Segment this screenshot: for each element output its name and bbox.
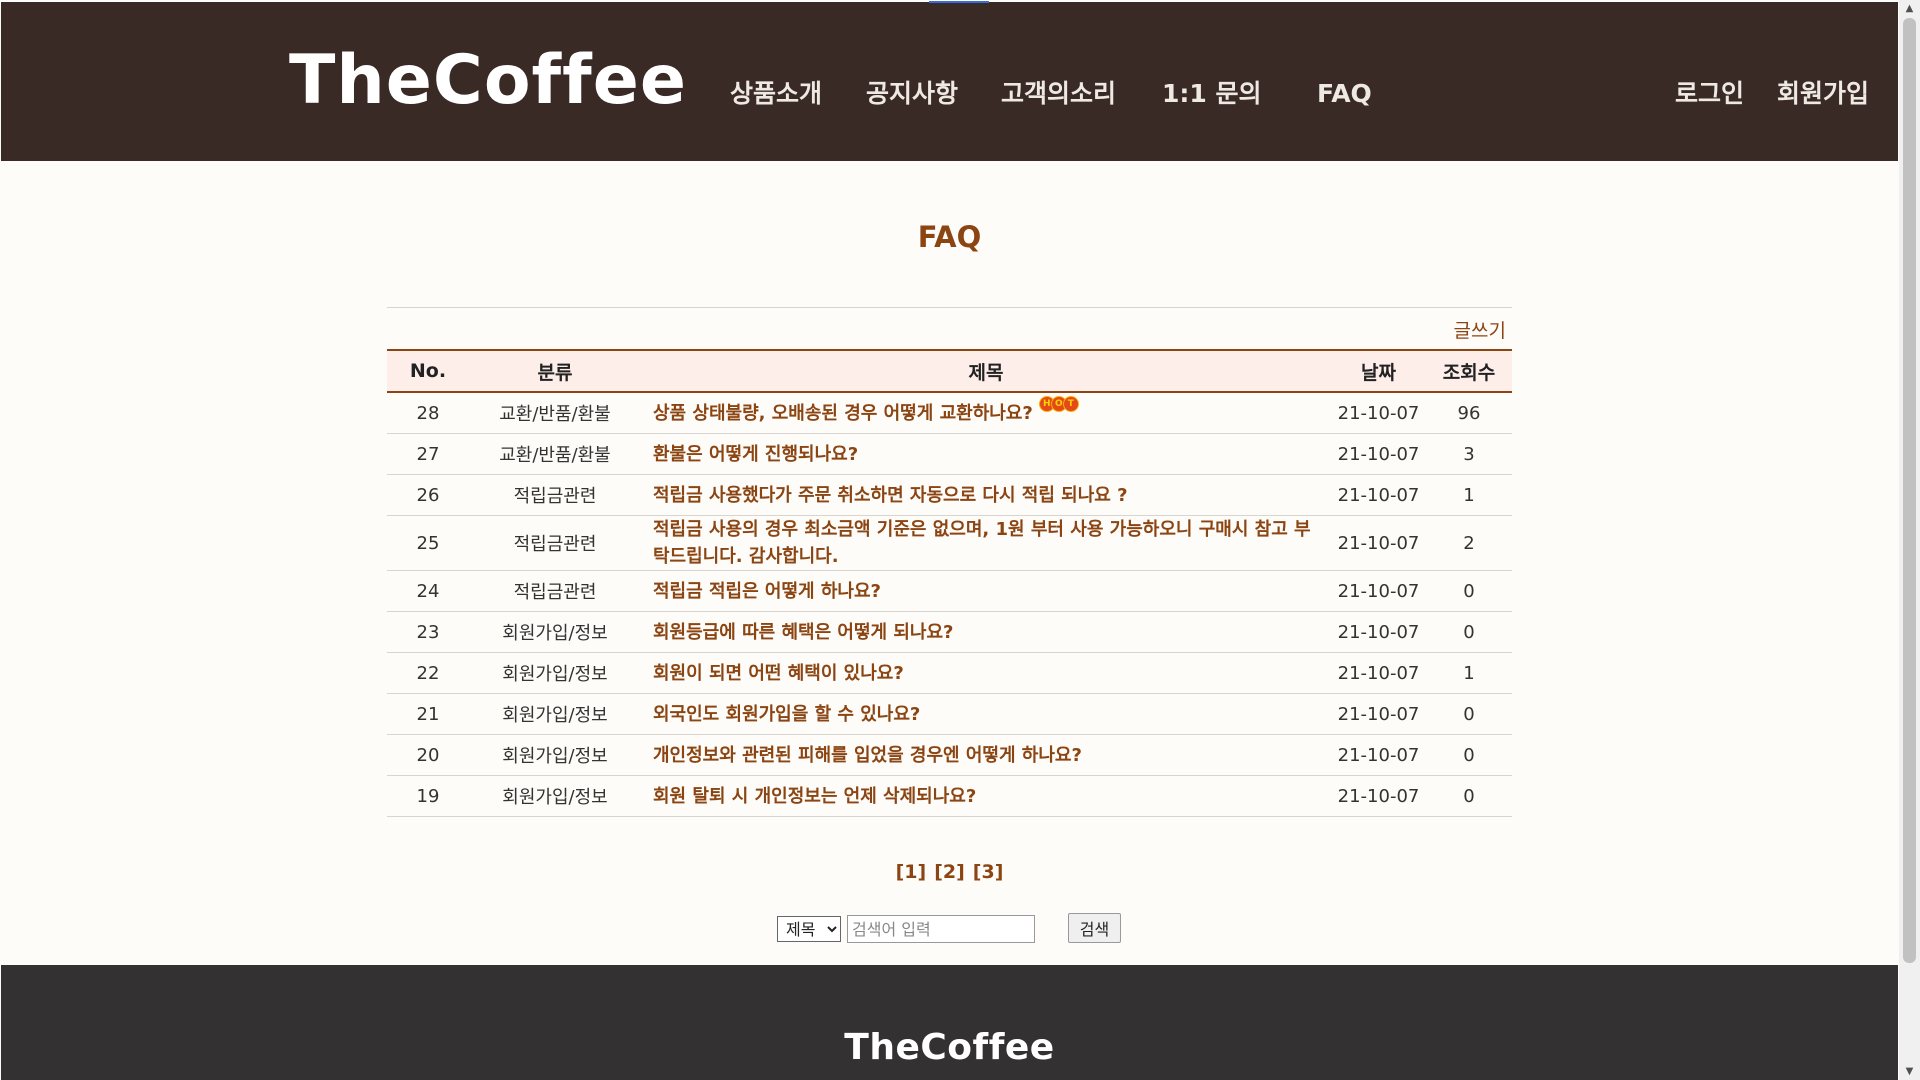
row-category: 적립금관련: [469, 570, 641, 612]
table-row[interactable]: 19 회원가입/정보 회원 탈퇴 시 개인정보는 언제 삭제되나요? 21-10…: [387, 775, 1512, 817]
row-views: 2: [1426, 515, 1512, 571]
nav-item-products[interactable]: 상품소개: [730, 78, 822, 110]
search-input[interactable]: [847, 915, 1035, 943]
row-category: 교환/반품/환불: [469, 433, 641, 475]
row-no: 24: [387, 570, 469, 612]
row-date: 21-10-07: [1331, 652, 1426, 694]
row-views: 1: [1426, 652, 1512, 694]
row-subject-link[interactable]: 회원등급에 따른 혜택은 어떻게 되나요?: [641, 611, 1331, 653]
row-category: 회원가입/정보: [469, 693, 641, 735]
hot-icon: HOT: [1038, 395, 1079, 414]
row-date: 21-10-07: [1331, 734, 1426, 776]
login-link[interactable]: 로그인: [1675, 78, 1744, 110]
nav-item-customer-voice[interactable]: 고객의소리: [1001, 78, 1116, 110]
row-category: 회원가입/정보: [469, 611, 641, 653]
column-header-date: 날짜: [1361, 361, 1396, 384]
table-row[interactable]: 28 교환/반품/환불 상품 상태불량, 오배송된 경우 어떻게 교환하나요? H…: [387, 392, 1512, 434]
row-no: 19: [387, 775, 469, 817]
column-header-subject: 제목: [968, 361, 1004, 384]
search-button[interactable]: 검색: [1068, 913, 1121, 943]
table-row[interactable]: 23 회원가입/정보 회원등급에 따른 혜택은 어떻게 되나요? 21-10-0…: [387, 611, 1512, 653]
table-row[interactable]: 26 적립금관련 적립금 사용했다가 주문 취소하면 자동으로 다시 적립 되나…: [387, 474, 1512, 516]
scrollbar-thumb[interactable]: [1903, 18, 1916, 963]
row-no: 22: [387, 652, 469, 694]
site-header: TheCoffee 상품소개 공지사항 고객의소리 1:1 문의 FAQ 로그인…: [1, 1, 1898, 161]
page-link-2[interactable]: [2]: [934, 861, 965, 883]
site-logo[interactable]: TheCoffee: [289, 41, 687, 121]
scroll-down-arrow-icon[interactable]: ▼: [1899, 1063, 1920, 1080]
signup-link[interactable]: 회원가입: [1777, 78, 1869, 110]
row-subject-link[interactable]: 적립금 적립은 어떻게 하나요?: [641, 570, 1331, 612]
table-row[interactable]: 21 회원가입/정보 외국인도 회원가입을 할 수 있나요? 21-10-07 …: [387, 693, 1512, 735]
row-views: 96: [1426, 392, 1512, 434]
nav-item-notice[interactable]: 공지사항: [866, 78, 958, 110]
site-footer: TheCoffee: [1, 965, 1898, 1080]
row-subject-link[interactable]: 회원이 되면 어떤 혜택이 있나요?: [641, 652, 1331, 694]
nav-item-faq[interactable]: FAQ: [1317, 78, 1372, 110]
nav-item-inquiry[interactable]: 1:1 문의: [1162, 78, 1262, 110]
table-row[interactable]: 25 적립금관련 적립금 사용의 경우 최소금액 기준은 없으며, 1원 부터 …: [387, 515, 1512, 571]
page-title: FAQ: [917, 220, 982, 254]
search-field-select[interactable]: 제목: [777, 916, 841, 942]
row-no: 27: [387, 433, 469, 475]
column-header-no: No.: [409, 360, 447, 382]
table-header-row: No. 분류 제목 날짜 조회수: [387, 350, 1512, 392]
row-subject-link[interactable]: 외국인도 회원가입을 할 수 있나요?: [641, 693, 1331, 735]
row-subject-cell[interactable]: 상품 상태불량, 오배송된 경우 어떻게 교환하나요? H O T: [641, 392, 1331, 434]
row-date: 21-10-07: [1331, 570, 1426, 612]
page-viewport: TheCoffee 상품소개 공지사항 고객의소리 1:1 문의 FAQ 로그인…: [0, 0, 1899, 1080]
table-row[interactable]: 27 교환/반품/환불 환불은 어떻게 진행되나요? 21-10-07 3: [387, 433, 1512, 475]
row-views: 0: [1426, 570, 1512, 612]
vertical-scrollbar[interactable]: ▲ ▼: [1899, 0, 1920, 1080]
row-subject-link[interactable]: 개인정보와 관련된 피해를 입었을 경우엔 어떻게 하나요?: [641, 734, 1331, 776]
table-row[interactable]: 22 회원가입/정보 회원이 되면 어떤 혜택이 있나요? 21-10-07 1: [387, 652, 1512, 694]
row-no: 26: [387, 474, 469, 516]
row-date: 21-10-07: [1331, 433, 1426, 475]
row-category: 회원가입/정보: [469, 734, 641, 776]
row-subject-link[interactable]: 환불은 어떻게 진행되나요?: [641, 433, 1331, 475]
row-date: 21-10-07: [1331, 392, 1426, 434]
scroll-up-arrow-icon[interactable]: ▲: [1899, 0, 1920, 17]
footer-logo: TheCoffee: [844, 1027, 1055, 1068]
row-category: 적립금관련: [469, 515, 641, 571]
row-date: 21-10-07: [1331, 611, 1426, 653]
row-subject-link[interactable]: 회원 탈퇴 시 개인정보는 언제 삭제되나요?: [641, 775, 1331, 817]
faq-table: No. 분류 제목 날짜 조회수 28 교환/반품/환불 상품 상태불량, 오배…: [387, 349, 1512, 817]
row-no: 23: [387, 611, 469, 653]
row-category: 회원가입/정보: [469, 652, 641, 694]
row-views: 0: [1426, 775, 1512, 817]
row-category: 회원가입/정보: [469, 775, 641, 817]
table-row[interactable]: 24 적립금관련 적립금 적립은 어떻게 하나요? 21-10-07 0: [387, 570, 1512, 612]
page-link-3[interactable]: [3]: [973, 861, 1004, 883]
row-no: 28: [387, 392, 469, 434]
row-views: 0: [1426, 693, 1512, 735]
row-subject-link[interactable]: 상품 상태불량, 오배송된 경우 어떻게 교환하나요?: [653, 403, 1033, 424]
page-link-1[interactable]: [1]: [896, 861, 927, 883]
row-views: 0: [1426, 734, 1512, 776]
divider: [387, 307, 1512, 308]
row-views: 0: [1426, 611, 1512, 653]
row-date: 21-10-07: [1331, 474, 1426, 516]
row-date: 21-10-07: [1331, 515, 1426, 571]
pagination: [1] [2] [3]: [0, 861, 1899, 883]
column-header-category: 분류: [537, 361, 573, 384]
row-views: 3: [1426, 433, 1512, 475]
row-date: 21-10-07: [1331, 693, 1426, 735]
column-header-views: 조회수: [1442, 361, 1496, 384]
row-views: 1: [1426, 474, 1512, 516]
write-button[interactable]: 글쓰기: [1440, 316, 1506, 343]
row-subject-link[interactable]: 적립금 사용했다가 주문 취소하면 자동으로 다시 적립 되나요 ?: [641, 474, 1331, 516]
row-date: 21-10-07: [1331, 775, 1426, 817]
row-no: 20: [387, 734, 469, 776]
table-row[interactable]: 20 회원가입/정보 개인정보와 관련된 피해를 입었을 경우엔 어떻게 하나요…: [387, 734, 1512, 776]
row-category: 적립금관련: [469, 474, 641, 516]
row-no: 21: [387, 693, 469, 735]
row-subject-link[interactable]: 적립금 사용의 경우 최소금액 기준은 없으며, 1원 부터 사용 가능하오니 …: [641, 515, 1331, 571]
header-focus-indicator: [929, 1, 989, 3]
row-category: 교환/반품/환불: [469, 392, 641, 434]
row-no: 25: [387, 515, 469, 571]
